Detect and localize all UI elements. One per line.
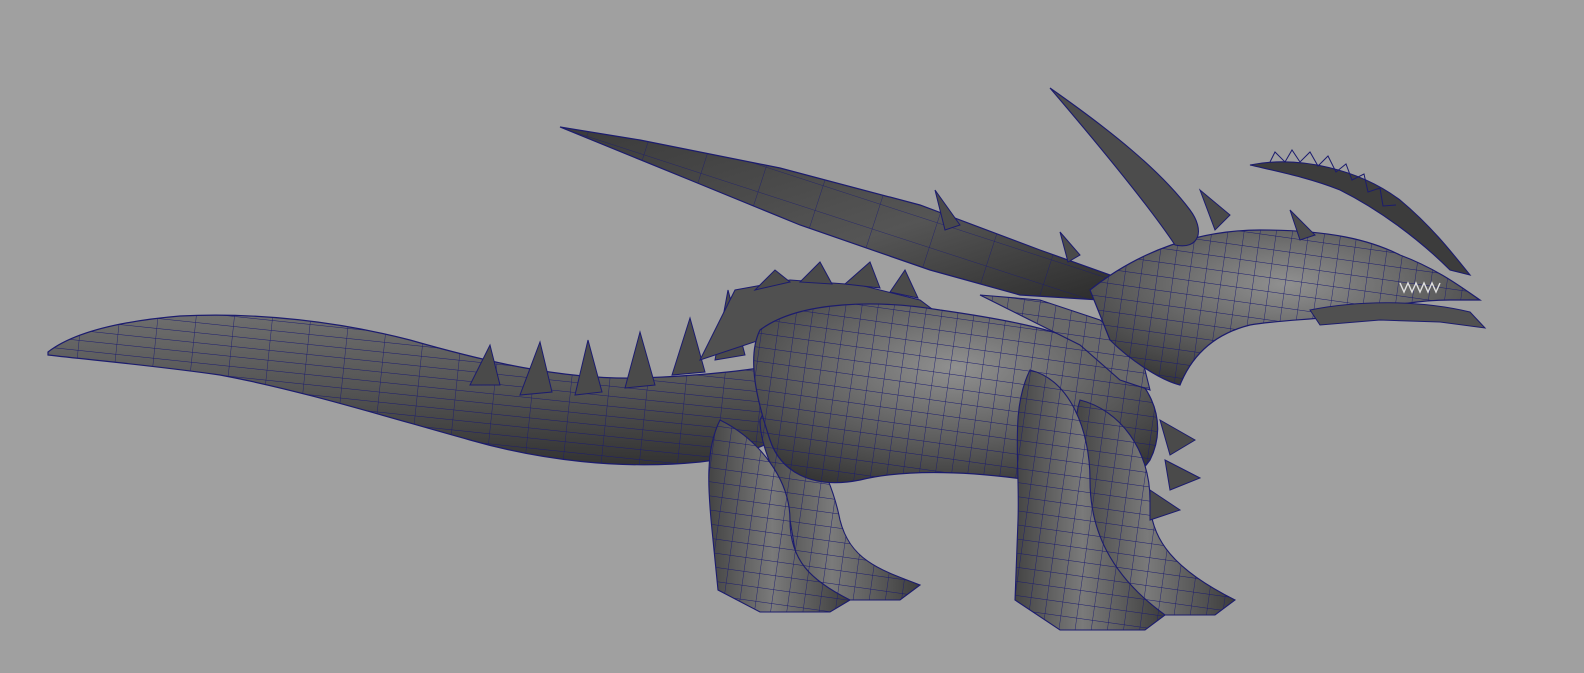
dragon-tail [47,289,821,466]
dragon-wing-back [559,126,1111,301]
viewport-canvas[interactable] [0,0,1584,673]
maya-viewport[interactable] [0,0,1584,673]
